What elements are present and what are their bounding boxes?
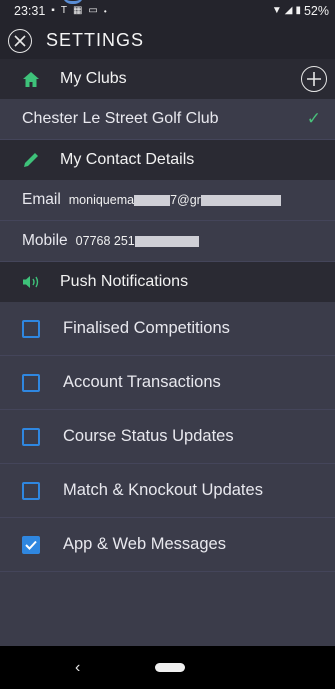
battery-percentage: 52%: [303, 4, 329, 18]
checkbox[interactable]: [22, 481, 40, 500]
dot-icon: •: [103, 6, 107, 16]
close-icon: [14, 34, 26, 47]
notification-label: Account Transactions: [63, 373, 221, 391]
contact-details-label: My Contact Details: [60, 151, 195, 168]
mobile-label: Mobile: [22, 232, 68, 249]
club-name: Chester Le Street Golf Club: [22, 110, 219, 127]
notification-item-account-transactions[interactable]: Account Transactions: [0, 356, 335, 410]
back-button[interactable]: ‹: [75, 659, 80, 677]
notification-label: Match & Knockout Updates: [63, 481, 263, 499]
notification-label: Course Status Updates: [63, 427, 234, 445]
email-label: Email: [22, 191, 61, 208]
mobile-row[interactable]: Mobile 07768 251: [0, 221, 335, 262]
page-title: SETTINGS: [46, 30, 145, 50]
speaker-icon: [22, 275, 42, 289]
club-item[interactable]: Chester Le Street Golf Club ✓: [0, 99, 335, 140]
app-icon: ▦: [72, 5, 83, 16]
mobile-prefix: 07768 251: [75, 234, 135, 248]
my-clubs-header: My Clubs: [0, 59, 335, 99]
checkbox[interactable]: [22, 427, 40, 446]
email-mid: 7@gr: [170, 193, 201, 207]
status-time: 23:31: [14, 4, 46, 18]
signal-icon: ◢: [284, 5, 293, 16]
push-notifications-label: Push Notifications: [60, 273, 189, 290]
home-pill[interactable]: [155, 663, 185, 672]
checkbox[interactable]: [22, 319, 40, 338]
cast-icon: ▭: [88, 5, 98, 16]
email-prefix: moniquema: [68, 193, 135, 207]
navigation-bar: ‹: [0, 646, 335, 689]
status-bar: 23:31 ▪ T ▦ ▭ • ▼ ◢ ▮ 52%: [0, 0, 335, 22]
checkmark-icon: ✓: [306, 109, 321, 128]
push-notifications-header: Push Notifications: [0, 262, 335, 302]
email-row[interactable]: Email moniquema 7@gr: [0, 180, 335, 221]
t-icon: T: [60, 5, 67, 16]
notification-item-match-knockout-updates[interactable]: Match & Knockout Updates: [0, 464, 335, 518]
wifi-icon: ▼: [271, 5, 282, 16]
checkbox[interactable]: [22, 535, 40, 554]
notification-label: Finalised Competitions: [63, 319, 230, 337]
notification-item-app-web-messages[interactable]: App & Web Messages: [0, 518, 335, 572]
email-value: moniquema 7@gr: [69, 193, 281, 207]
my-clubs-label: My Clubs: [60, 70, 127, 87]
notification-item-finalised-competitions[interactable]: Finalised Competitions: [0, 302, 335, 356]
mobile-value: 07768 251: [76, 234, 199, 248]
contact-details-header[interactable]: My Contact Details: [0, 140, 335, 180]
home-icon: [22, 71, 42, 88]
redaction-block: [134, 195, 171, 207]
close-button[interactable]: [8, 28, 32, 53]
add-club-button[interactable]: [301, 66, 327, 92]
redaction-block: [134, 236, 199, 248]
redaction-block: [200, 195, 281, 207]
notification-item-course-status-updates[interactable]: Course Status Updates: [0, 410, 335, 464]
checkbox[interactable]: [22, 373, 40, 392]
check-icon: [25, 540, 37, 550]
notification-label: App & Web Messages: [63, 535, 226, 553]
battery-icon: ▮: [295, 5, 301, 16]
plus-icon: [307, 72, 321, 86]
image-icon: ▪: [51, 5, 55, 16]
app-header: SETTINGS: [0, 22, 335, 59]
pencil-icon: [22, 151, 42, 169]
